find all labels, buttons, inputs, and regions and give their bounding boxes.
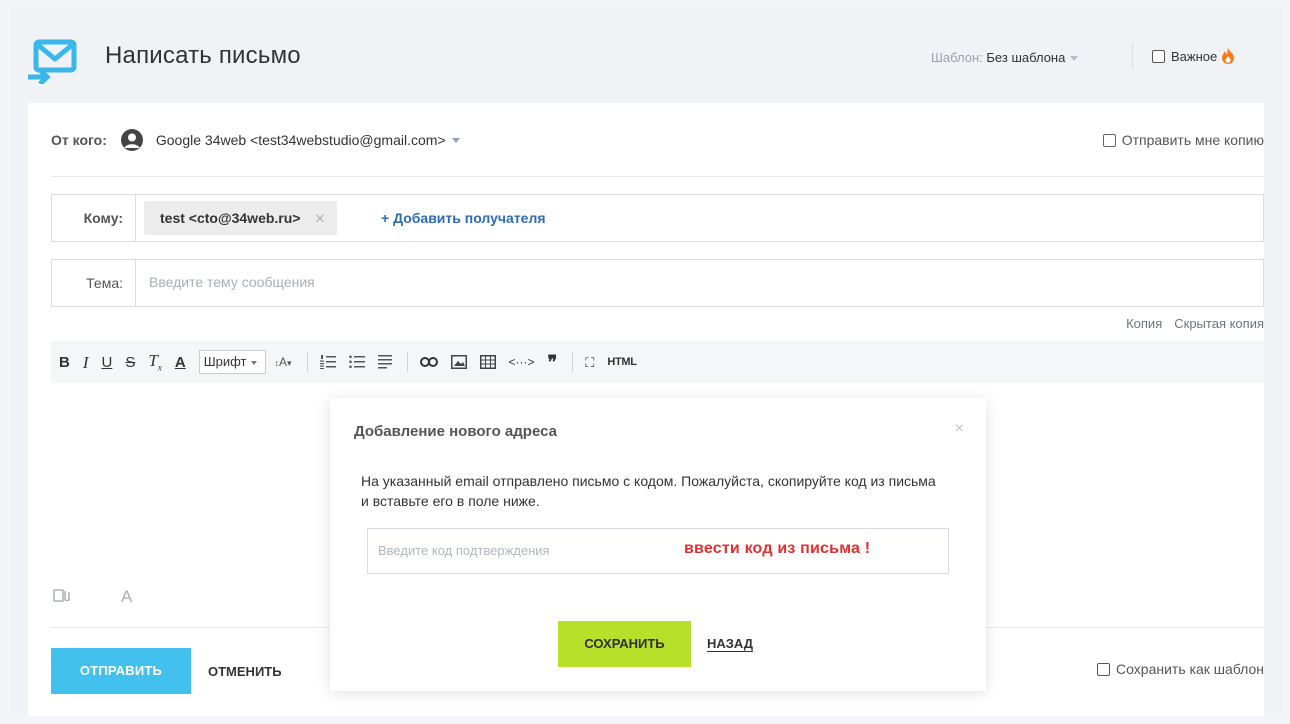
save-template-checkbox[interactable]: Сохранить как шаблон	[1097, 661, 1264, 677]
cancel-button[interactable]: ОТМЕНИТЬ	[208, 664, 282, 679]
editor-toolbar: B I U S Tx A Шрифт ↕A▾ <···> ❞ ⛶ HTML	[51, 341, 1264, 383]
image-icon[interactable]	[450, 355, 467, 369]
divider	[406, 352, 408, 372]
send-button[interactable]: ОТПРАВИТЬ	[51, 648, 191, 694]
fullscreen-icon[interactable]: ⛶	[585, 356, 594, 369]
checkbox-icon[interactable]	[1152, 49, 1165, 63]
important-checkbox[interactable]: Важное	[1152, 48, 1235, 64]
back-button[interactable]: НАЗАД	[707, 636, 753, 651]
save-button[interactable]: СОХРАНИТЬ	[558, 621, 691, 667]
divider	[306, 352, 308, 372]
font-size-icon: A	[278, 355, 287, 369]
underline-button[interactable]: U	[102, 355, 113, 370]
clear-format-icon: T	[148, 350, 158, 370]
code-icon[interactable]: <···>	[509, 356, 535, 368]
font-size-button[interactable]: ↕A▾	[274, 355, 291, 369]
divider	[1132, 43, 1133, 69]
quote-icon[interactable]: ❞	[548, 353, 558, 371]
chevron-down-icon[interactable]	[451, 137, 460, 143]
save-template-label: Сохранить как шаблон	[1116, 661, 1264, 677]
add-recipient-link[interactable]: + Добавить получателя	[381, 210, 546, 226]
clear-format-button[interactable]: Tx	[148, 352, 161, 372]
recipient-chip[interactable]: test <cto@34web.ru> ✕	[144, 201, 338, 235]
chevron-down-icon: ▾	[286, 358, 292, 368]
send-copy-checkbox[interactable]: Отправить мне копию	[1102, 132, 1264, 148]
to-label: Кому:	[52, 195, 136, 241]
confirmation-code-field: ввести код из письма !	[367, 528, 949, 574]
page-header: Написать письмо Шаблон: Без шаблона Важн…	[10, 8, 1282, 103]
important-label: Важное	[1171, 48, 1218, 64]
attachment-icon[interactable]	[53, 589, 71, 603]
html-mode-button[interactable]: HTML	[607, 356, 637, 368]
bold-button[interactable]: B	[59, 355, 70, 370]
align-icon[interactable]	[377, 355, 392, 369]
template-label: Шаблон:	[931, 50, 983, 65]
confirmation-code-input[interactable]	[378, 543, 658, 558]
divider	[572, 352, 574, 372]
remove-recipient-icon[interactable]: ✕	[314, 211, 325, 226]
recipients-field[interactable]: Кому: test <cto@34web.ru> ✕ + Добавить по…	[51, 194, 1264, 242]
cc-link[interactable]: Копия	[1126, 316, 1162, 331]
strikethrough-button[interactable]: S	[125, 355, 135, 370]
text-size-icon[interactable]: A	[121, 587, 132, 607]
avatar-icon	[120, 129, 143, 151]
dialog-message: На указанный email отправлено письмо с к…	[361, 473, 936, 509]
send-copy-label: Отправить мне копию	[1121, 132, 1264, 148]
table-icon[interactable]	[479, 355, 496, 369]
font-select-label: Шрифт	[203, 354, 247, 369]
flame-icon	[1222, 48, 1235, 64]
ordered-list-icon[interactable]	[319, 355, 336, 369]
checkbox-icon[interactable]	[1097, 662, 1111, 676]
from-row: От кого: Google 34web <test34webstudio@g…	[51, 129, 460, 151]
page-title: Написать письмо	[105, 42, 301, 69]
bcc-link[interactable]: Скрытая копия	[1174, 316, 1264, 331]
add-address-dialog: Добавление нового адреса × На указанный …	[330, 398, 986, 691]
font-select[interactable]: Шрифт	[198, 350, 267, 374]
chevron-down-icon	[251, 360, 258, 365]
italic-button[interactable]: I	[83, 354, 89, 371]
code-annotation: ввести код из письма !	[684, 540, 871, 557]
cc-links: Копия Скрытая копия	[1114, 316, 1264, 331]
chevron-down-icon	[1070, 56, 1079, 62]
template-value: Без шаблона	[986, 50, 1066, 65]
mail-compose-icon	[28, 39, 77, 84]
divider	[51, 176, 1264, 177]
link-icon[interactable]	[419, 357, 438, 367]
checkbox-icon[interactable]	[1102, 133, 1116, 147]
sender-address-dropdown[interactable]: Google 34web <test34webstudio@gmail.com>	[156, 132, 446, 148]
close-icon[interactable]: ×	[955, 420, 964, 438]
text-color-button[interactable]: A	[175, 355, 186, 370]
template-dropdown[interactable]: Шаблон: Без шаблона	[931, 50, 1079, 65]
dialog-title: Добавление нового адреса	[354, 423, 557, 440]
subject-field: Тема:	[51, 259, 1264, 307]
subject-input[interactable]	[149, 274, 1149, 290]
recipient-chip-text: test <cto@34web.ru>	[160, 210, 301, 226]
subject-label: Тема:	[52, 260, 136, 306]
bullet-list-icon[interactable]	[348, 355, 365, 369]
from-label: От кого:	[51, 132, 107, 148]
